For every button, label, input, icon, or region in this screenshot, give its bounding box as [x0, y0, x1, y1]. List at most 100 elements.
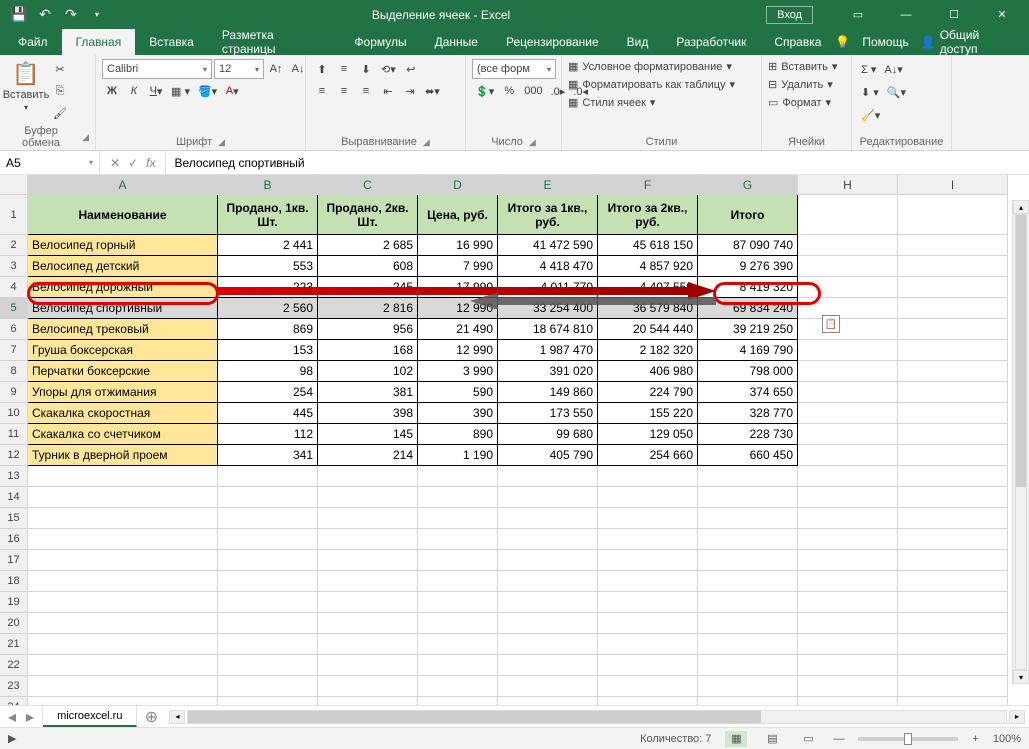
- cell[interactable]: [898, 466, 1008, 487]
- cell[interactable]: [798, 613, 898, 634]
- cell[interactable]: [418, 550, 498, 571]
- close-icon[interactable]: ✕: [979, 0, 1025, 29]
- cell[interactable]: 956: [318, 319, 418, 340]
- cell[interactable]: Продано, 2кв. Шт.: [318, 195, 418, 235]
- cell[interactable]: 155 220: [598, 403, 698, 424]
- cell[interactable]: Итого: [698, 195, 798, 235]
- align-right-icon[interactable]: ≡: [356, 81, 376, 101]
- cell[interactable]: Груша боксерская: [28, 340, 218, 361]
- cell[interactable]: 245: [318, 277, 418, 298]
- cell[interactable]: [798, 424, 898, 445]
- row-headers[interactable]: 1234567891011121314151617181920212223242…: [0, 195, 28, 705]
- find-icon[interactable]: 🔍▾: [884, 82, 909, 102]
- col-header-H[interactable]: H: [798, 175, 898, 195]
- ribbon-options-icon[interactable]: ▭: [835, 0, 881, 29]
- cell[interactable]: [598, 487, 698, 508]
- clipboard-launcher-icon[interactable]: ◢: [82, 132, 89, 143]
- cell[interactable]: [498, 529, 598, 550]
- cell[interactable]: [598, 508, 698, 529]
- cell[interactable]: [798, 445, 898, 466]
- cell[interactable]: Велосипед дорожный: [28, 277, 218, 298]
- row-header-10[interactable]: 10: [0, 403, 28, 424]
- cell[interactable]: 33 254 400: [498, 298, 598, 319]
- cell[interactable]: 18 674 810: [498, 319, 598, 340]
- row-header-2[interactable]: 2: [0, 235, 28, 256]
- comma-icon[interactable]: 000: [521, 81, 545, 101]
- cell[interactable]: [28, 571, 218, 592]
- row-header-16[interactable]: 16: [0, 529, 28, 550]
- cell[interactable]: [28, 487, 218, 508]
- row-header-19[interactable]: 19: [0, 592, 28, 613]
- maximize-icon[interactable]: ☐: [931, 0, 977, 29]
- cell[interactable]: 12 990: [418, 298, 498, 319]
- cell[interactable]: [698, 508, 798, 529]
- cell[interactable]: [798, 256, 898, 277]
- tab-разработчик[interactable]: Разработчик: [662, 29, 760, 55]
- cell[interactable]: [698, 634, 798, 655]
- row-header-15[interactable]: 15: [0, 508, 28, 529]
- cell[interactable]: [318, 466, 418, 487]
- cell[interactable]: [218, 550, 318, 571]
- cell[interactable]: [898, 676, 1008, 697]
- cell[interactable]: [318, 487, 418, 508]
- cell[interactable]: 112: [218, 424, 318, 445]
- wrap-text-icon[interactable]: ↩: [401, 59, 421, 79]
- cell[interactable]: [218, 676, 318, 697]
- cell[interactable]: [498, 655, 598, 676]
- cell[interactable]: 102: [318, 361, 418, 382]
- cell[interactable]: Велосипед горный: [28, 235, 218, 256]
- cell[interactable]: [218, 487, 318, 508]
- cell[interactable]: [498, 634, 598, 655]
- cell[interactable]: [218, 613, 318, 634]
- row-header-17[interactable]: 17: [0, 550, 28, 571]
- cell[interactable]: [898, 529, 1008, 550]
- cell[interactable]: 869: [218, 319, 318, 340]
- cell[interactable]: 398: [318, 403, 418, 424]
- cell[interactable]: 39 219 250: [698, 319, 798, 340]
- cell[interactable]: 4 407 550: [598, 277, 698, 298]
- cell[interactable]: 20 544 440: [598, 319, 698, 340]
- cell[interactable]: 214: [318, 445, 418, 466]
- cell[interactable]: [798, 529, 898, 550]
- cell[interactable]: [698, 655, 798, 676]
- cell[interactable]: [28, 529, 218, 550]
- cell[interactable]: [798, 592, 898, 613]
- cell[interactable]: 224 790: [598, 382, 698, 403]
- cell[interactable]: 2 441: [218, 235, 318, 256]
- cell[interactable]: [28, 592, 218, 613]
- cell[interactable]: Наименование: [28, 195, 218, 235]
- share-button[interactable]: 👤 Общий доступ: [921, 28, 1013, 56]
- cell[interactable]: [28, 466, 218, 487]
- cell[interactable]: Перчатки боксерские: [28, 361, 218, 382]
- cell[interactable]: 98: [218, 361, 318, 382]
- cell[interactable]: 328 770: [698, 403, 798, 424]
- cell[interactable]: 8 419 320: [698, 277, 798, 298]
- cell[interactable]: [798, 298, 898, 319]
- align-left-icon[interactable]: ≡: [312, 81, 332, 101]
- cell[interactable]: [218, 655, 318, 676]
- cell[interactable]: [598, 529, 698, 550]
- italic-icon[interactable]: К: [124, 81, 144, 101]
- cell[interactable]: Велосипед детский: [28, 256, 218, 277]
- cell[interactable]: 2 560: [218, 298, 318, 319]
- cell[interactable]: [418, 592, 498, 613]
- tab-формулы[interactable]: Формулы: [340, 29, 420, 55]
- cell[interactable]: [418, 508, 498, 529]
- cell[interactable]: [798, 277, 898, 298]
- row-header-23[interactable]: 23: [0, 676, 28, 697]
- cell[interactable]: [898, 550, 1008, 571]
- cell[interactable]: [698, 487, 798, 508]
- formula-input[interactable]: Велосипед спортивный: [166, 151, 1029, 174]
- cell[interactable]: [698, 592, 798, 613]
- decrease-font-icon[interactable]: A↓: [288, 59, 308, 79]
- cell[interactable]: [598, 697, 698, 705]
- cell[interactable]: 16 990: [418, 235, 498, 256]
- currency-icon[interactable]: 💲▾: [472, 81, 497, 101]
- row-header-24[interactable]: 24: [0, 697, 28, 705]
- enter-formula-icon[interactable]: ✓: [128, 156, 138, 170]
- cell[interactable]: 12 990: [418, 340, 498, 361]
- font-launcher-icon[interactable]: ◢: [218, 137, 225, 148]
- scroll-down-icon[interactable]: ▾: [1013, 670, 1029, 684]
- cell[interactable]: [898, 298, 1008, 319]
- row-header-20[interactable]: 20: [0, 613, 28, 634]
